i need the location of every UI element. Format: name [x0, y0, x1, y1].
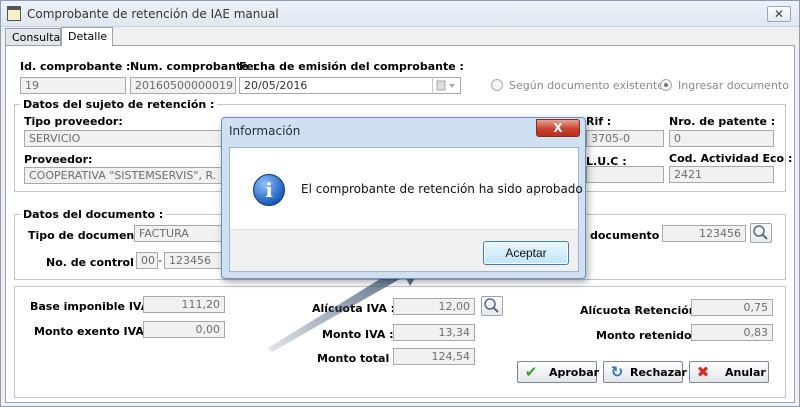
- aprobar-button[interactable]: ✔ Aprobar: [517, 361, 600, 383]
- no-control-label: No. de control :: [46, 256, 143, 269]
- monto-total-label: Monto total :: [317, 352, 398, 365]
- anular-button-label: Anular: [725, 366, 766, 379]
- radio-segun-documento[interactable]: [491, 79, 503, 91]
- tab-consulta[interactable]: Consulta: [5, 28, 61, 46]
- fecha-emision-field[interactable]: 20/05/2016: [239, 77, 461, 94]
- calendar-icon: [436, 80, 455, 91]
- monto-exento-label: Monto exento IVA :: [34, 325, 153, 338]
- num-comprobante-label: Num. comprobante :: [130, 60, 257, 73]
- anular-button[interactable]: ✖ Anular: [689, 361, 769, 383]
- cod-actividad-field[interactable]: 2421: [669, 166, 774, 183]
- dialog-body: i El comprobante de retención ha sido ap…: [229, 147, 583, 272]
- control-number-field[interactable]: 123456: [164, 252, 226, 269]
- alicuota-retencion-field[interactable]: 0,75: [691, 299, 773, 316]
- alicuota-search-button[interactable]: [481, 296, 503, 316]
- aprobar-button-label: Aprobar: [549, 366, 600, 379]
- cod-actividad-label: Cod. Actividad Eco :: [669, 152, 793, 165]
- id-comprobante-field[interactable]: 19: [20, 77, 126, 94]
- monto-retenido-label: Monto retenido :: [596, 329, 700, 342]
- luc-field[interactable]: [586, 166, 664, 183]
- monto-iva-field[interactable]: 13,34: [393, 324, 475, 341]
- nro-documento-field[interactable]: 123456: [662, 225, 746, 242]
- alicuota-iva-label: Alícuota IVA :: [312, 302, 396, 315]
- checkmark-icon: ✔: [524, 363, 538, 381]
- nro-patente-field[interactable]: 0: [669, 130, 774, 147]
- dialog-close-button[interactable]: X: [536, 119, 580, 137]
- x-mark-icon: ✖: [696, 363, 710, 381]
- radio-segun-documento-label: Según documento existente: [509, 79, 664, 92]
- search-icon: [484, 298, 499, 313]
- window-title: Comprobante de retención de IAE manual: [27, 7, 279, 21]
- monto-total-field[interactable]: 124,54: [393, 348, 475, 365]
- nro-documento-label: documento :: [590, 229, 668, 242]
- refresh-icon: ↻: [610, 363, 624, 381]
- aceptar-button[interactable]: Aceptar: [483, 241, 569, 265]
- window-close-button[interactable]: ✕: [767, 6, 791, 22]
- fecha-emision-value: 20/05/2016: [244, 79, 308, 92]
- monto-exento-field[interactable]: 0,00: [143, 321, 225, 338]
- radio-ingresar-documento[interactable]: [660, 79, 672, 91]
- fecha-emision-label: Fecha de emisión del comprobante :: [239, 60, 464, 73]
- control-separator: -: [158, 254, 162, 267]
- monto-iva-label: Monto IVA :: [322, 328, 394, 341]
- alicuota-iva-field[interactable]: 12,00: [393, 298, 475, 315]
- information-dialog: Información X i El comprobante de retenc…: [221, 117, 586, 279]
- tipo-documento-field[interactable]: FACTURA: [134, 225, 226, 242]
- tab-detalle[interactable]: Detalle: [61, 27, 113, 46]
- nro-patente-label: Nro. de patente :: [669, 115, 776, 128]
- documento-search-button[interactable]: [750, 223, 772, 243]
- base-imponible-field[interactable]: 111,20: [143, 296, 225, 313]
- base-imponible-label: Base imponible IVA :: [30, 300, 158, 313]
- radio-ingresar-documento-label: Ingresar documento: [678, 79, 789, 92]
- rif-label: Rif :: [586, 115, 612, 128]
- tipo-documento-label: Tipo de documento:: [28, 229, 152, 242]
- info-icon: i: [253, 174, 285, 206]
- proveedor-field[interactable]: COOPERATIVA "SISTEMSERVIS", R.: [24, 167, 224, 184]
- rif-field[interactable]: 3705-0: [586, 130, 664, 147]
- dialog-title: Información: [229, 124, 301, 138]
- num-comprobante-field[interactable]: 20160500000019: [130, 77, 236, 94]
- proveedor-label: Proveedor:: [24, 153, 93, 166]
- rechazar-button-label: Rechazar: [630, 366, 687, 379]
- tipo-proveedor-field[interactable]: SERVICIO: [24, 130, 224, 147]
- search-icon: [753, 225, 768, 240]
- monto-retenido-field[interactable]: 0,83: [691, 324, 773, 341]
- alicuota-retencion-label: Alícuota Retención :: [580, 304, 705, 317]
- dialog-message: El comprobante de retención ha sido apro…: [301, 182, 583, 196]
- dialog-footer: Aceptar: [230, 229, 578, 271]
- form-icon: [7, 6, 21, 21]
- control-prefix-field[interactable]: 00: [136, 252, 158, 269]
- id-comprobante-label: Id. comprobante :: [20, 60, 131, 73]
- title-bar: Comprobante de retención de IAE manual ✕: [1, 1, 799, 27]
- rechazar-button[interactable]: ↻ Rechazar: [603, 361, 687, 383]
- documento-group-title: Datos del documento :: [20, 208, 167, 221]
- calendar-dropdown-button[interactable]: [432, 77, 460, 94]
- sujeto-group-title: Datos del sujeto de retención :: [20, 98, 218, 111]
- tipo-proveedor-label: Tipo proveedor:: [24, 115, 123, 128]
